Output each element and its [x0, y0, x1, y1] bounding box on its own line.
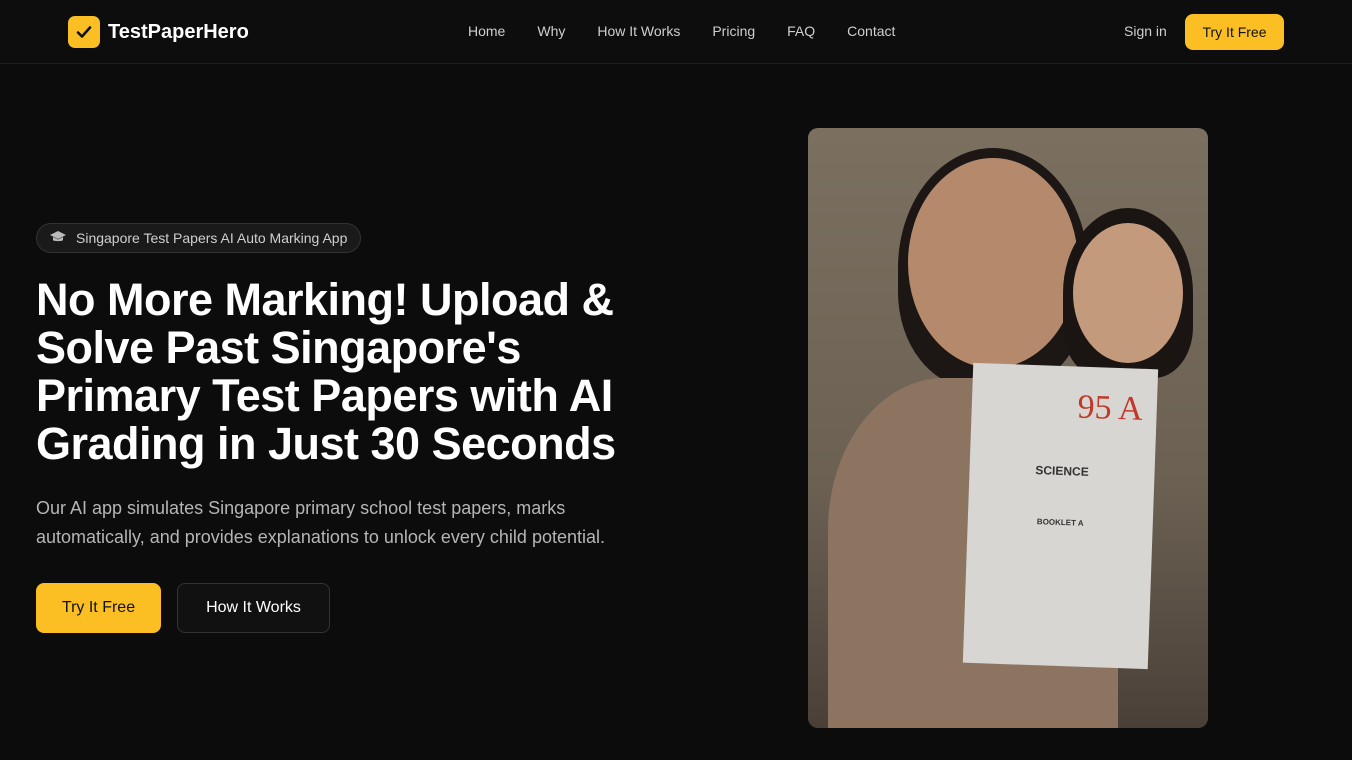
- child-face: [1073, 223, 1183, 363]
- nav-why[interactable]: Why: [537, 23, 565, 39]
- test-paper: 95 A SCIENCE BOOKLET A: [962, 362, 1159, 670]
- hero-image: 95 A SCIENCE BOOKLET A: [808, 128, 1208, 728]
- paper-subject: SCIENCE: [1035, 463, 1089, 479]
- nav-pricing[interactable]: Pricing: [712, 23, 755, 39]
- hero-subtitle: Our AI app simulates Singapore primary s…: [36, 498, 605, 547]
- brand-name: TestPaperHero: [108, 20, 249, 43]
- graduation-cap-icon: [50, 230, 66, 247]
- paper-booklet: BOOKLET A: [1036, 517, 1084, 528]
- try-free-nav-button[interactable]: Try It Free: [1185, 14, 1284, 50]
- how-it-works-button[interactable]: How It Works: [177, 583, 330, 633]
- nav-contact[interactable]: Contact: [847, 23, 895, 39]
- nav-faq[interactable]: FAQ: [787, 23, 815, 39]
- hero-title: No More Marking! Upload & Solve Past Sin…: [36, 274, 616, 469]
- nav-home[interactable]: Home: [468, 23, 505, 39]
- grade-mark: 95 A: [1076, 388, 1144, 428]
- top-nav: TestPaperHero Home Why How It Works Pric…: [0, 0, 1352, 64]
- nav-how-it-works[interactable]: How It Works: [597, 23, 680, 39]
- badge-text: Singapore Test Papers AI Auto Marking Ap…: [76, 230, 348, 246]
- logo[interactable]: TestPaperHero: [68, 16, 249, 48]
- checkmark-icon: [68, 16, 100, 48]
- sign-in-link[interactable]: Sign in: [1124, 23, 1167, 39]
- try-free-button[interactable]: Try It Free: [36, 583, 161, 633]
- mother-face: [908, 158, 1078, 368]
- hero-badge: Singapore Test Papers AI Auto Marking Ap…: [36, 223, 362, 253]
